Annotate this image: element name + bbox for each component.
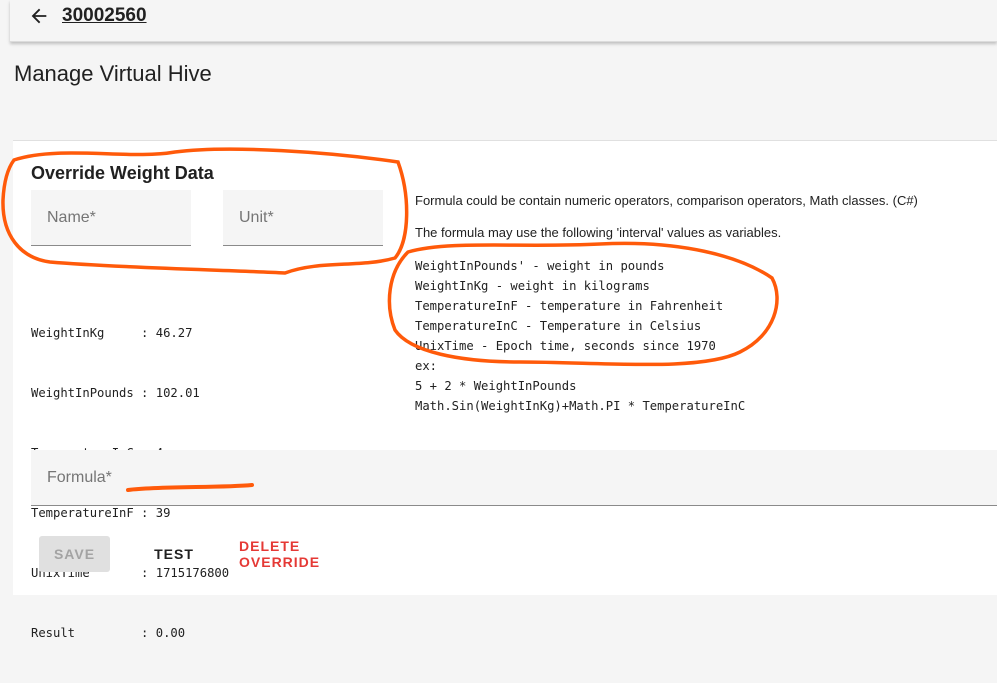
hive-id-link[interactable]: 30002560	[62, 5, 147, 27]
unit-field-label: Unit*	[239, 208, 274, 226]
help-code-line: UnixTime - Epoch time, seconds since 197…	[415, 339, 716, 353]
delete-override-button[interactable]: DELETE OVERRIDE	[239, 536, 383, 572]
help-code-line: 5 + 2 * WeightInPounds	[415, 379, 577, 393]
save-button[interactable]: SAVE	[39, 536, 110, 572]
name-field[interactable]: Name*	[31, 190, 191, 246]
variable-line: TemperatureInF : 39	[31, 506, 171, 520]
variables-help-text: The formula may use the following 'inter…	[415, 225, 782, 240]
formula-field-label: Formula*	[47, 468, 112, 486]
variable-line: Result : 0.00	[31, 626, 186, 640]
variable-line: WeightInKg : 46.27	[31, 326, 193, 340]
test-button[interactable]: TEST	[143, 536, 205, 572]
top-bar: 30002560	[10, 0, 997, 42]
formula-field[interactable]: Formula*	[31, 450, 997, 506]
unit-field[interactable]: Unit*	[223, 190, 383, 246]
help-code-line: Math.Sin(WeightInKg)+Math.PI * Temperatu…	[415, 399, 746, 413]
help-code-line: WeightInKg - weight in kilograms	[415, 279, 650, 293]
help-code-line: TemperatureInF - temperature in Fahrenhe…	[415, 299, 724, 313]
page-title: Manage Virtual Hive	[14, 61, 212, 86]
help-code-line: WeightInPounds' - weight in pounds	[415, 259, 665, 273]
variable-line: WeightInPounds : 102.01	[31, 386, 200, 400]
arrow-left-icon[interactable]	[28, 5, 50, 27]
help-code-line: ex:	[415, 359, 438, 373]
section-title: Override Weight Data	[31, 163, 214, 183]
name-field-label: Name*	[47, 208, 96, 226]
override-card: Override Weight Data Name* Unit* WeightI…	[13, 140, 997, 640]
formula-help-code: WeightInPounds' - weight in pounds Weigh…	[415, 256, 745, 416]
formula-help-text: Formula could be contain numeric operato…	[415, 193, 918, 208]
help-code-line: TemperatureInC - Temperature in Celsius	[415, 319, 702, 333]
